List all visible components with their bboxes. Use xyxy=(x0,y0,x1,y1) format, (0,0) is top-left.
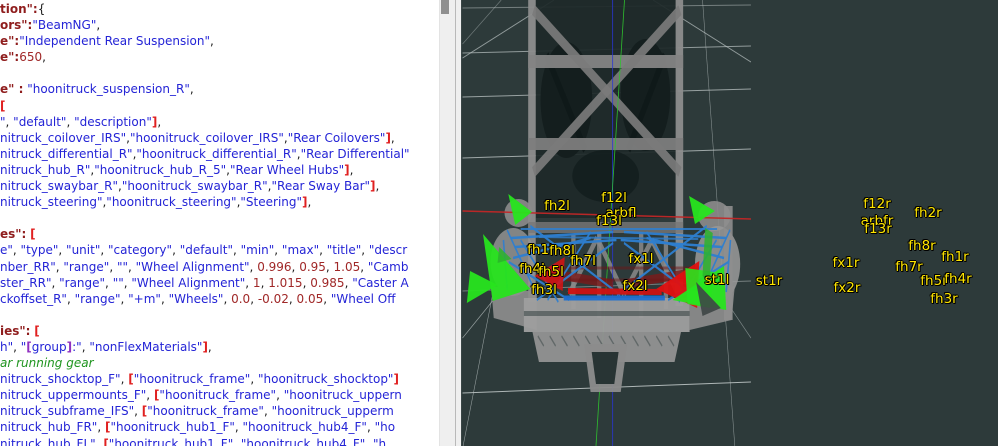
code-content[interactable]: tion":{ ors":"BeamNG", e":"Independent Rea… xyxy=(0,0,440,446)
code-line: es": [ xyxy=(0,227,36,242)
code-line: nitruck_shocktop_F", ["hoonitruck_frame"… xyxy=(0,372,399,387)
vertical-scrollbar[interactable] xyxy=(439,0,461,446)
code-line: nitruck_subframe_IFS", ["hoonitruck_fram… xyxy=(0,404,394,419)
code-line: ors":"BeamNG", xyxy=(0,18,101,33)
code-line: nitruck_steering","hoonitruck_steering",… xyxy=(0,195,312,210)
code-line: nitruck_hub_FL", ["hoonitruck_hub1_F", "… xyxy=(0,436,387,446)
code-line: ckoffset_R", "range", "+m", "Wheels", 0.… xyxy=(0,291,396,306)
code-line: ar running gear xyxy=(0,356,94,371)
code-line: nitruck_swaybar_R","hoonitruck_swaybar_R… xyxy=(0,179,380,194)
app-window: tion":{ ors":"BeamNG", e":"Independent Rea… xyxy=(0,0,998,446)
code-line: e", "type", "unit", "category", "default… xyxy=(0,243,408,258)
code-line: h", "[group]:", "nonFlexMaterials"], xyxy=(0,339,212,354)
code-line: nitruck_hub_R","hoonitruck_hub_R_5","Rea… xyxy=(0,162,354,177)
code-line: ster_RR", "range", "", "Wheel Alignment"… xyxy=(0,275,409,290)
code-line: ", "default", "description"], xyxy=(0,114,162,129)
code-line: e":650, xyxy=(0,50,46,65)
code-line: tion":{ xyxy=(0,2,46,16)
code-line: [ xyxy=(0,98,6,113)
scene-canvas xyxy=(462,0,752,446)
code-line: nitruck_differential_R","hoonitruck_diff… xyxy=(0,146,410,161)
scrollbar-thumb[interactable] xyxy=(441,0,449,14)
code-line: nitruck_uppermounts_F", ["hoonitruck_fra… xyxy=(0,388,402,403)
code-line: e" : "hoonitruck_suspension_R", xyxy=(0,82,194,97)
3d-viewport[interactable]: fh2l f12l arbfl f13l fh1l fh8l fh7l fh4l fh5l fh3… xyxy=(461,0,998,446)
code-line: nitruck_hub_FR", ["hoonitruck_hub1_F", "… xyxy=(0,420,396,435)
code-line: e":"Independent Rear Suspension", xyxy=(0,34,214,49)
json-editor-panel[interactable]: tion":{ ors":"BeamNG", e":"Independent Rea… xyxy=(0,0,461,446)
code-line: ies": [ xyxy=(0,323,40,338)
code-line: nitruck_coilover_IRS","hoonitruck_coilov… xyxy=(0,130,395,145)
panel-divider xyxy=(455,0,456,446)
code-line: nber_RR", "range", "", "Wheel Alignment"… xyxy=(0,259,409,274)
